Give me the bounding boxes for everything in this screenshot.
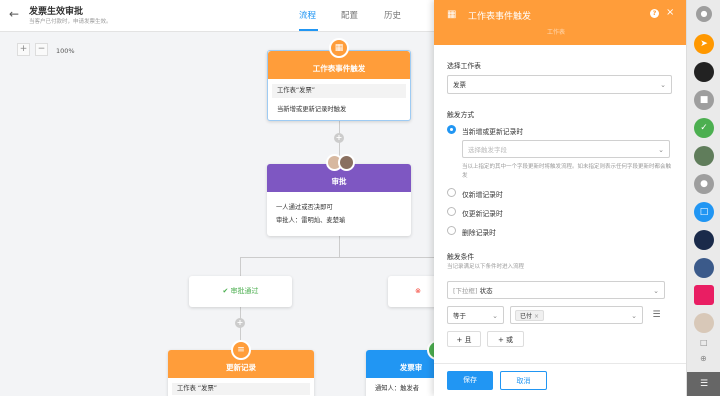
approval-node-approvers: 审批人：雷明灿、麦楚瑜 xyxy=(276,217,346,224)
operator-select[interactable]: 等于 ⌄ xyxy=(447,306,504,324)
value-tag[interactable]: 已付 × xyxy=(515,310,544,321)
radio-delete-label: 删除记录时 xyxy=(462,229,496,237)
invoice-node-recipient: 通知人：触发者 xyxy=(375,385,420,392)
avatar-5[interactable] xyxy=(694,313,714,333)
radio-add-only[interactable] xyxy=(447,188,456,197)
trigger-node-condition: 当新增或更新记录时触发 xyxy=(277,106,347,113)
bell-icon[interactable]: ● xyxy=(696,6,712,22)
chevron-down-icon: ⌄ xyxy=(658,146,664,154)
radio-update-only[interactable] xyxy=(447,207,456,216)
tag-close-icon: × xyxy=(533,313,539,320)
filter-list-icon[interactable]: ☰ xyxy=(648,306,665,324)
document-icon[interactable]: □ xyxy=(700,338,708,347)
add-circle-icon[interactable]: ⊕ xyxy=(700,354,707,363)
page-title: 发票生效审批 xyxy=(29,7,84,17)
branch-rejected[interactable]: ⊗ xyxy=(388,276,434,307)
add-and-button[interactable]: + 且 xyxy=(447,331,481,347)
app-cube-icon[interactable] xyxy=(694,285,714,305)
trigger-mode-label: 触发方式 xyxy=(447,111,475,119)
add-node-plus-icon[interactable]: + xyxy=(334,133,344,143)
trigger-node[interactable]: 工作表事件触发 工作表“发票” 当新增或更新记录时触发 xyxy=(267,50,411,121)
chevron-down-icon: ⌄ xyxy=(660,81,666,89)
check-icon[interactable]: ✓ xyxy=(694,118,714,138)
add-or-button[interactable]: + 或 xyxy=(487,331,524,347)
chevron-down-icon: ⌄ xyxy=(492,312,498,320)
close-icon[interactable]: × xyxy=(666,7,674,18)
invoice-node-title: 发票审 xyxy=(366,350,434,378)
trigger-settings-panel: ▦ 工作表事件触发 工作表 ? × 选择工作表 发票 ⌄ 触发方式 当新增或更新… xyxy=(434,0,686,396)
tab-history[interactable]: 历史 xyxy=(384,9,401,21)
save-button[interactable]: 保存 xyxy=(447,371,493,390)
update-node-sheet: 工作表 “发票” xyxy=(172,383,310,395)
table-grid-icon: ▦ xyxy=(329,38,349,58)
briefcase-icon[interactable]: ■ xyxy=(694,90,714,110)
condition-label: 触发条件 xyxy=(447,253,475,261)
chat-icon[interactable]: □ xyxy=(694,202,714,222)
footer-divider xyxy=(434,363,686,364)
check-circle-icon: ✔ xyxy=(222,287,229,295)
value-select[interactable]: 已付 × ⌄ xyxy=(510,306,643,324)
avatar-2[interactable] xyxy=(694,146,714,166)
help-icon[interactable]: ? xyxy=(650,9,659,18)
zoom-level: 100% xyxy=(56,47,75,55)
cancel-button[interactable]: 取消 xyxy=(500,371,547,390)
trigger-field-hint: 当以上指定的其中一个字段更新时将触发流程。如未指定则表示任何字段更新时都会触发 xyxy=(462,164,672,179)
zoom-out-button[interactable]: − xyxy=(35,43,48,56)
tab-flow[interactable]: 流程 xyxy=(299,9,316,21)
avatar[interactable] xyxy=(694,62,714,82)
zoom-in-button[interactable]: + xyxy=(17,43,30,56)
chevron-down-icon: ⌄ xyxy=(653,287,659,295)
active-tab-indicator xyxy=(299,29,318,31)
radio-add-or-update-label: 当新增或更新记录时 xyxy=(462,128,524,136)
x-circle-icon: ⊗ xyxy=(415,287,421,295)
panel-subtitle: 工作表 xyxy=(547,29,566,36)
back-arrow-icon[interactable]: ← xyxy=(9,7,19,21)
branch-approved[interactable]: ✔ 审批通过 xyxy=(189,276,292,307)
sheet-select[interactable]: 发票 ⌄ xyxy=(447,75,672,94)
panel-title: 工作表事件触发 xyxy=(468,12,532,22)
condition-hint: 当记录满足以下条件时进入流程 xyxy=(447,264,525,270)
avatar-4[interactable] xyxy=(694,258,714,278)
tab-config[interactable]: 配置 xyxy=(341,9,358,21)
notification-icon[interactable]: ● xyxy=(694,174,714,194)
approval-node[interactable]: 审批 一人通过或否决即可 审批人：雷明灿、麦楚瑜 xyxy=(267,164,411,236)
edit-list-icon: ≡ xyxy=(231,340,251,360)
radio-delete[interactable] xyxy=(447,226,456,235)
trigger-field-select[interactable]: 选择触发字段 ⌄ xyxy=(462,140,670,158)
avatar-2 xyxy=(338,154,355,171)
right-sidebar: ● ➤ ■ ✓ ● □ □ ⊕ ☰ xyxy=(686,0,720,396)
invoice-notify-node[interactable]: 发票审 通知人：触发者 xyxy=(366,350,434,396)
workflow-icon[interactable]: ➤ xyxy=(694,34,714,54)
condition-field-select[interactable]: [下拉框] 状态 ⌄ xyxy=(447,281,665,299)
chevron-down-icon: ⌄ xyxy=(631,312,637,320)
approval-node-rule: 一人通过或否决即可 xyxy=(276,204,333,211)
select-sheet-label: 选择工作表 xyxy=(447,62,481,70)
radio-add-or-update[interactable] xyxy=(447,125,456,134)
flow-canvas[interactable]: + − 100% + + 工作表事件触发 工作表“发票” 当新增或更新记录时触发… xyxy=(0,33,434,396)
radio-add-only-label: 仅新增记录时 xyxy=(462,191,503,199)
avatar-3[interactable] xyxy=(694,230,714,250)
collapse-panel-icon[interactable]: ☰ xyxy=(687,372,720,396)
panel-header: ▦ 工作表事件触发 工作表 ? × xyxy=(434,0,686,45)
radio-update-only-label: 仅更新记录时 xyxy=(462,210,503,218)
table-grid-icon: ▦ xyxy=(447,9,457,20)
trigger-node-sheet: 工作表“发票” xyxy=(272,84,406,98)
page-subtitle: 当客户已付款时，申请发票生效。 xyxy=(29,19,112,25)
add-node-plus-icon-2[interactable]: + xyxy=(235,318,245,328)
